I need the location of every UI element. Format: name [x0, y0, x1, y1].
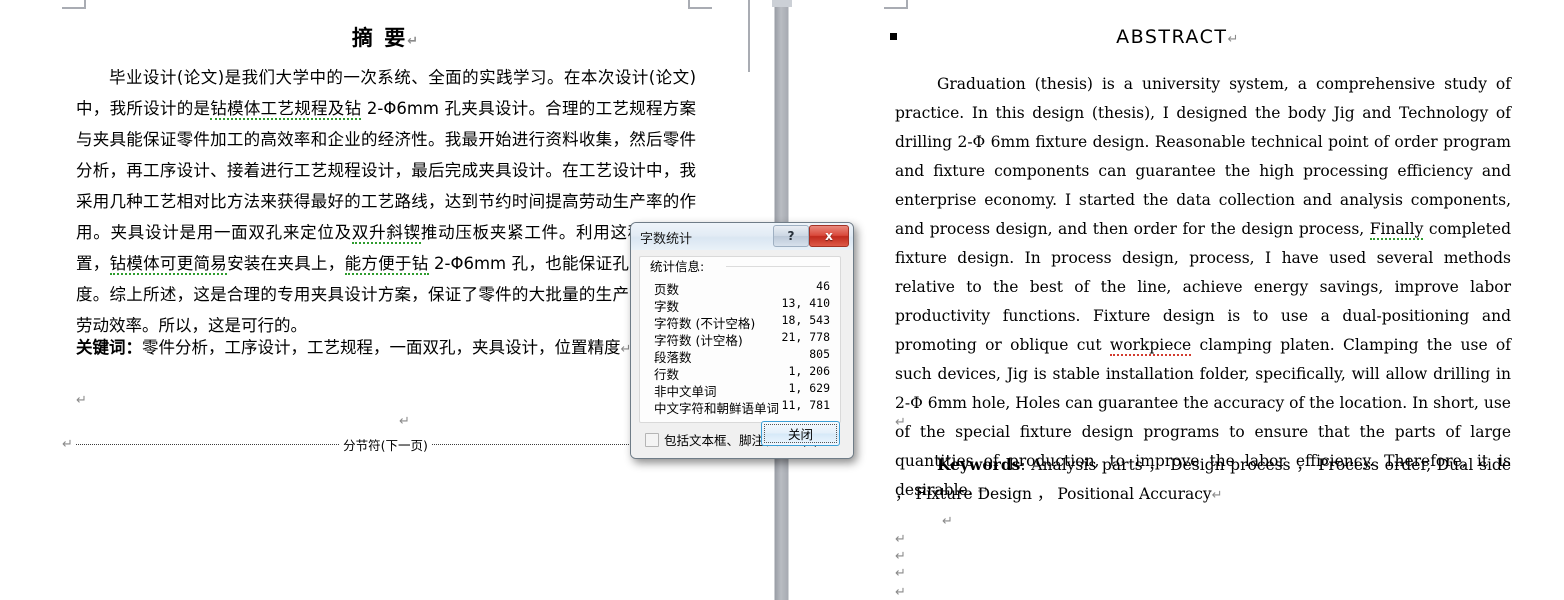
stat-row: 字数 13, 410 [654, 296, 830, 314]
paragraph-mark-blank: ↵ [399, 414, 410, 429]
stat-value: 11, 781 [781, 398, 830, 412]
statistics-groupbox-rule [726, 266, 830, 267]
stat-label: 中文字符和朝鲜语单词 [654, 401, 780, 416]
page-right: ABSTRACT↵ Graduation (thesis) is a unive… [792, 0, 1564, 600]
keywords-line-cn: 关键词：零件分析，工序设计，工艺规程，一面双孔，夹具设计，位置精度↵ [76, 332, 696, 365]
inline-underlined-term: (论文) [176, 68, 225, 87]
stat-row: 页数 46 [654, 279, 830, 297]
stat-row: 段落数 805 [654, 347, 830, 365]
paragraph-mark: ↵ [407, 34, 421, 49]
stat-value: 21, 778 [781, 330, 830, 344]
dialog-title: 字数统计 [640, 232, 693, 247]
stat-value: 1, 206 [788, 364, 830, 378]
paragraph-mark: ↵ [1211, 488, 1223, 503]
spellcheck-red-underline: workpiece [1109, 336, 1192, 356]
paragraph-mark-blank: ↵ [942, 514, 953, 529]
statistics-groupbox-title: 统计信息: [650, 259, 705, 274]
statistics-groupbox: 统计信息: 页数 46 字数 13, 410 字符数 (不计空格) 18, 54… [639, 256, 841, 423]
stat-value: 18, 543 [781, 313, 830, 327]
keywords-label-en: Keywords [937, 455, 1021, 474]
keywords-line-en: Keywords: Analysis parts ， Design proces… [895, 450, 1511, 510]
paragraph-mark: ↵ [1227, 32, 1240, 47]
keywords-value-cn: 零件分析，工序设计，工艺规程，一面双孔，夹具设计，位置精度 [142, 338, 621, 357]
page-title-abstract-en: ABSTRACT↵ [792, 26, 1564, 48]
stat-value: 46 [816, 279, 830, 293]
close-button-label: 关闭 [787, 427, 813, 442]
section-break-rule-left [75, 444, 340, 445]
page-gutter-top-cap [772, 0, 792, 7]
page-title-abstract-cn: 摘 要↵ [0, 22, 772, 52]
stat-value: 805 [809, 347, 830, 361]
dialog-body: 统计信息: 页数 46 字数 13, 410 字符数 (不计空格) 18, 54… [631, 250, 853, 458]
keywords-label-cn: 关键词： [76, 338, 142, 357]
close-button[interactable]: 关闭 [761, 421, 840, 446]
spellcheck-green-underline: Finally [1369, 220, 1424, 240]
page-title-text: ABSTRACT [1116, 26, 1228, 48]
margin-corner-top-left [62, 0, 86, 9]
paragraph-mark: ↵ [62, 437, 73, 452]
checkbox-icon[interactable] [645, 432, 659, 447]
stat-row: 字符数 (计空格) 21, 778 [654, 330, 830, 348]
section-break-label: 分节符(下一页) [343, 438, 428, 453]
word-count-dialog[interactable]: 字数统计 ? x 统计信息: 页数 46 字数 13, 410 字符数 (不计空… [630, 222, 854, 459]
stat-row: 中文字符和朝鲜语单词 11, 781 [654, 398, 830, 416]
paragraph-mark-blank: ↵ [895, 532, 906, 547]
spellcheck-green-underline: 钻模体工艺规程及钻 [210, 99, 362, 120]
dialog-titlebar[interactable]: 字数统计 ? x [631, 223, 853, 251]
help-icon[interactable]: ? [773, 225, 809, 247]
section-break: ↵ 分节符(下一页) [62, 435, 696, 454]
close-icon[interactable]: x [809, 225, 849, 247]
stat-value: 13, 410 [781, 296, 830, 310]
stat-value: 1, 629 [788, 381, 830, 395]
margin-corner-top-left [884, 0, 908, 9]
paragraph-mark-blank: ↵ [895, 566, 906, 581]
paragraph-mark-empty-line: ↵ [895, 415, 906, 430]
stat-row: 行数 1, 206 [654, 364, 830, 382]
paragraph-mark-blank: ↵ [895, 585, 906, 600]
stat-row: 字符数 (不计空格) 18, 543 [654, 313, 830, 331]
stat-row: 非中文单词 1, 629 [654, 381, 830, 399]
page-title-text: 摘 要 [351, 26, 408, 50]
abstract-body-cn: 毕业设计(论文)是我们大学中的一次系统、全面的实践学习。在本次设计(论文)中，我… [76, 68, 697, 335]
abstract-body-en: Graduation (thesis) is a university syst… [895, 75, 1511, 499]
margin-corner-top-right [688, 0, 712, 9]
paragraph-mark-empty-line: ↵ [76, 393, 87, 408]
paragraph-mark-blank: ↵ [895, 549, 906, 564]
